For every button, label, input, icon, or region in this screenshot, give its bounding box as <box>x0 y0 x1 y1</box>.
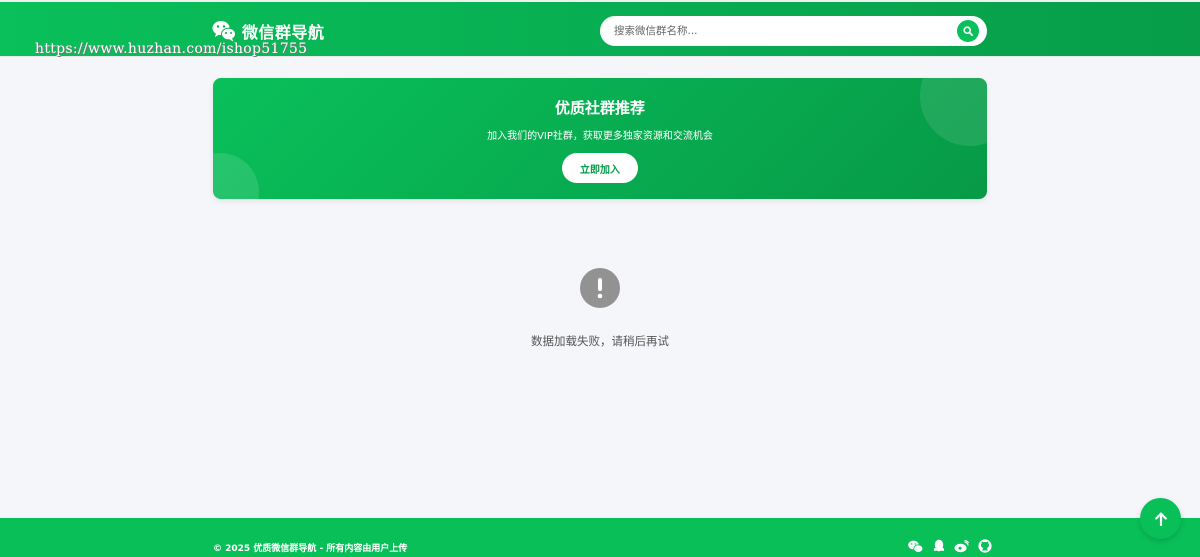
join-now-button[interactable]: 立即加入 <box>562 153 638 183</box>
github-icon[interactable] <box>977 539 992 553</box>
copyright-text: © 2025 优质微信群导航 - 所有内容由用户上传 <box>213 544 408 554</box>
weibo-icon[interactable] <box>954 539 969 553</box>
search-bar <box>600 16 987 46</box>
watermark-url: https://www.huzhan.com/ishop51755 <box>35 41 308 57</box>
search-input[interactable] <box>614 25 944 37</box>
search-button[interactable] <box>957 20 979 42</box>
banner-title: 优质社群推荐 <box>554 99 645 117</box>
site-title: 微信群导航 <box>242 23 325 42</box>
arrow-up-icon <box>1154 512 1167 526</box>
social-links <box>908 539 992 553</box>
exclamation-circle-icon <box>580 268 620 308</box>
wechat-icon <box>212 21 236 42</box>
qq-icon[interactable] <box>931 539 946 553</box>
search-icon <box>963 26 973 36</box>
vip-banner: 优质社群推荐 加入我们的VIP社群，获取更多独家资源和交流机会 立即加入 <box>213 78 987 199</box>
banner-subtitle: 加入我们的VIP社群，获取更多独家资源和交流机会 <box>487 131 713 142</box>
back-to-top-button[interactable] <box>1140 498 1181 539</box>
decorative-circle <box>213 153 259 199</box>
site-logo[interactable]: 微信群导航 <box>212 19 325 43</box>
wechat-icon[interactable] <box>908 539 923 553</box>
error-message: 数据加载失败，请稍后再试 <box>531 334 669 348</box>
page-footer: © 2025 优质微信群导航 - 所有内容由用户上传 <box>0 518 1200 557</box>
